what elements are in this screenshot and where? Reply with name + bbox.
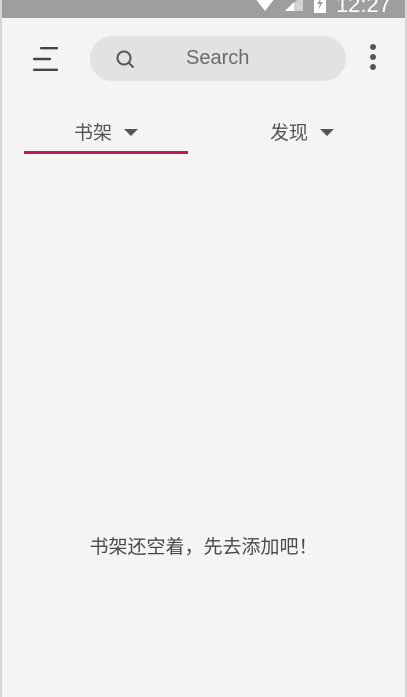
menu-icon bbox=[28, 47, 62, 78]
tab-bookshelf[interactable]: 书架 bbox=[24, 108, 188, 154]
battery-icon bbox=[312, 0, 328, 17]
more-vert-icon bbox=[360, 44, 386, 80]
tab-indicator bbox=[24, 151, 188, 154]
search-placeholder: Search bbox=[186, 47, 250, 69]
top-toolbar: Search bbox=[2, 18, 405, 102]
app-screen: 12:27 Search 书架 发现 书架还空着，先去添加吧！ bbox=[0, 0, 407, 697]
signal-icon bbox=[284, 0, 304, 16]
menu-button[interactable] bbox=[28, 44, 62, 74]
status-bar: 12:27 bbox=[2, 0, 405, 18]
tab-bar: 书架 发现 bbox=[2, 108, 405, 158]
tab-discover[interactable]: 发现 bbox=[220, 108, 384, 154]
tab-bookshelf-label: 书架 bbox=[73, 121, 112, 144]
status-icons: 12:27 bbox=[254, 0, 391, 18]
dropdown-icon bbox=[320, 128, 334, 136]
more-options-button[interactable] bbox=[360, 42, 386, 76]
search-icon bbox=[114, 48, 136, 70]
empty-state-message: 书架还空着，先去添加吧！ bbox=[89, 536, 318, 558]
search-input[interactable]: Search bbox=[90, 36, 346, 81]
tab-discover-label: 发现 bbox=[269, 121, 308, 144]
status-time: 12:27 bbox=[335, 0, 391, 17]
wifi-icon bbox=[254, 0, 276, 16]
dropdown-icon bbox=[124, 128, 138, 136]
